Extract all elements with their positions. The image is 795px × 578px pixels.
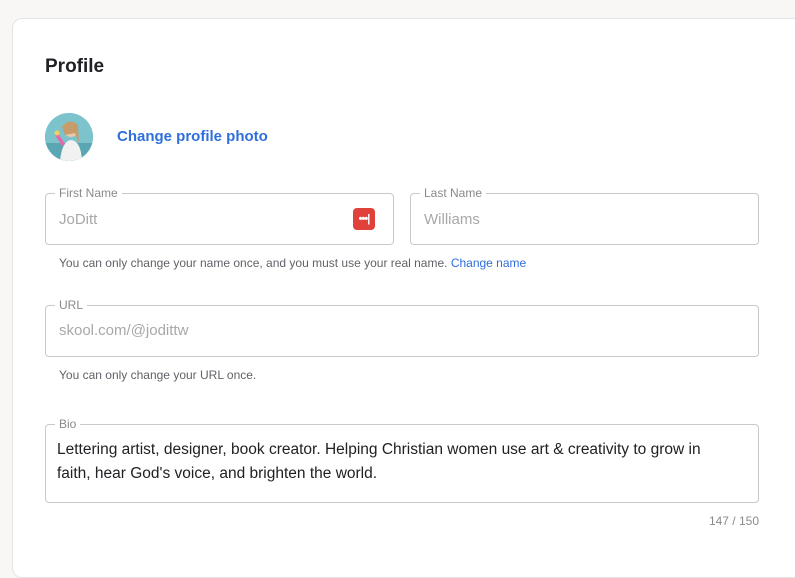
bio-field[interactable]: Bio Lettering artist, designer, book cre… [45,417,759,503]
first-name-label: First Name [55,186,122,200]
profile-card: Profile Change profile photo First Name … [12,18,795,578]
bio-label: Bio [55,417,81,431]
name-helper-text: You can only change your name once, and … [59,256,526,270]
last-name-field[interactable]: Last Name Williams [410,186,759,245]
url-helper-text: You can only change your URL once. [59,368,257,382]
bio-character-counter: 147 / 150 [708,514,759,528]
url-label: URL [55,298,88,312]
url-field[interactable]: URL skool.com/@jodittw [45,298,759,357]
last-name-input[interactable]: Williams [424,211,480,228]
first-name-input[interactable]: JoDitt [59,211,97,228]
avatar[interactable] [45,113,93,161]
change-photo-link[interactable]: Change profile photo [117,128,268,145]
avatar-image [45,113,93,161]
last-name-label: Last Name [420,186,487,200]
page-title: Profile [45,56,105,77]
url-input[interactable]: skool.com/@jodittw [59,322,188,339]
first-name-field[interactable]: First Name JoDitt •••| [45,186,394,245]
password-manager-icon[interactable]: •••| [353,208,375,230]
name-helper-message: You can only change your name once, and … [59,256,448,270]
bio-textarea[interactable]: Lettering artist, designer, book creator… [57,438,738,486]
change-name-link[interactable]: Change name [451,256,526,270]
